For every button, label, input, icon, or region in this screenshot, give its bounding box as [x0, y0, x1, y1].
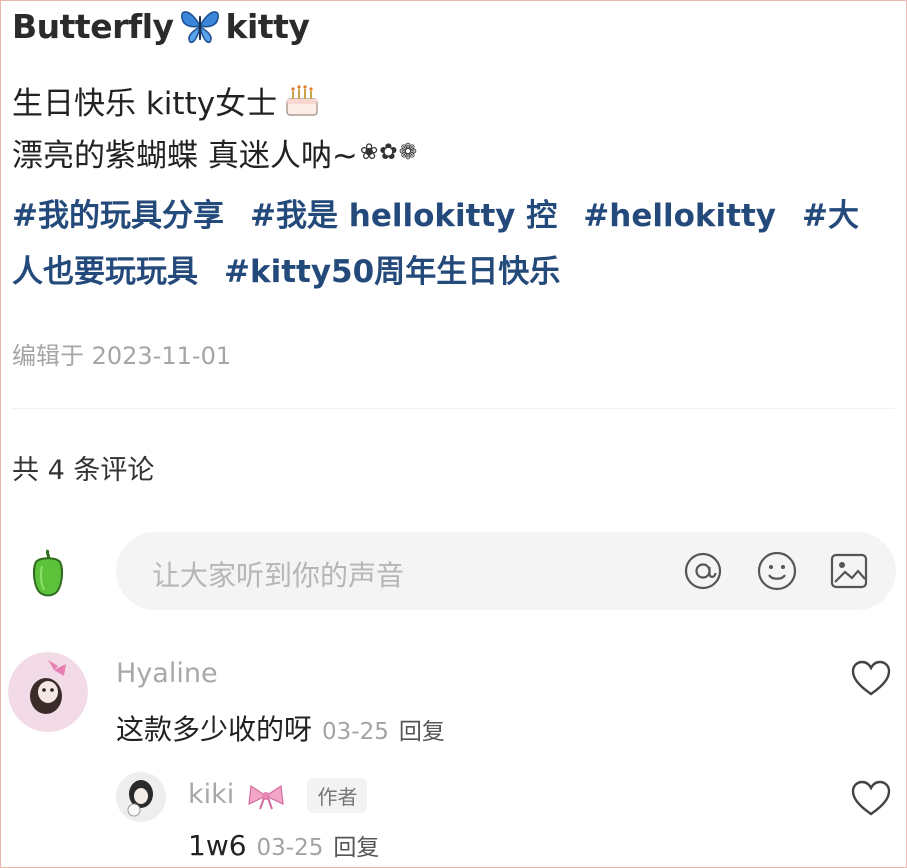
- pink-bow-icon: [248, 784, 284, 809]
- commenter-name[interactable]: Hyaline: [116, 658, 218, 689]
- hashtag-link[interactable]: #我是 hellokitty 控: [250, 198, 557, 234]
- post-title-left: Butterfly: [12, 6, 174, 46]
- current-user-avatar[interactable]: [28, 546, 68, 598]
- reply-text: 1w6: [188, 829, 247, 862]
- post-line-1-text: 生日快乐 kitty女士: [12, 86, 278, 122]
- butterfly-icon: [180, 11, 219, 44]
- reply-button[interactable]: 回复: [399, 719, 445, 745]
- comments-count: 共 4 条评论: [12, 455, 155, 486]
- divider: [12, 408, 895, 409]
- comment-text: 这款多少收的呀: [116, 713, 313, 746]
- hashtag-row-1: #我的玩具分享 #我是 hellokitty 控 #hellokitty #大: [12, 190, 859, 235]
- at-icon[interactable]: [682, 550, 724, 592]
- hashtag-link[interactable]: #kitty50周年生日快乐: [224, 254, 560, 290]
- author-badge: 作者: [307, 778, 368, 813]
- edited-date: 编辑于 2023-11-01: [12, 342, 232, 370]
- reply-avatar[interactable]: [116, 772, 166, 822]
- flower-icons: ❀✿❁: [359, 140, 419, 165]
- post-line-2-text: 漂亮的紫蝴蝶 真迷人呐~: [12, 138, 358, 174]
- hashtag-link[interactable]: #我的玩具分享: [12, 198, 224, 234]
- post-line-2: 漂亮的紫蝴蝶 真迷人呐~ ❀✿❁: [12, 130, 418, 175]
- comment-body: 这款多少收的呀 03-25 回复: [116, 708, 445, 748]
- reply-date: 03-25: [256, 835, 324, 861]
- comment-input-placeholder: 让大家听到你的声音: [152, 559, 405, 592]
- reply-button[interactable]: 回复: [333, 835, 379, 861]
- hashtag-row-2: 人也要玩玩具 #kitty50周年生日快乐: [12, 246, 586, 291]
- commenter-avatar[interactable]: [8, 652, 88, 732]
- post-title: Butterfly kitty: [12, 6, 310, 46]
- image-icon[interactable]: [828, 550, 870, 592]
- reply-username[interactable]: kiki: [188, 779, 234, 810]
- reply-body: 1w6 03-25 回复: [188, 828, 379, 862]
- hashtag-link[interactable]: #大: [802, 198, 859, 234]
- post-line-1: 生日快乐 kitty女士: [12, 78, 321, 123]
- smiley-icon[interactable]: [756, 550, 798, 592]
- comment-input[interactable]: 让大家听到你的声音: [116, 532, 896, 610]
- comment-date: 03-25: [322, 719, 389, 745]
- birthday-cake-icon: [286, 84, 318, 116]
- heart-icon[interactable]: [850, 660, 892, 698]
- hashtag-link[interactable]: #hellokitty: [583, 198, 776, 234]
- post-title-right: kitty: [225, 6, 310, 46]
- reply-user-row: kiki 作者: [188, 778, 368, 813]
- heart-icon[interactable]: [850, 780, 892, 818]
- hashtag-link[interactable]: 人也要玩玩具: [12, 254, 198, 290]
